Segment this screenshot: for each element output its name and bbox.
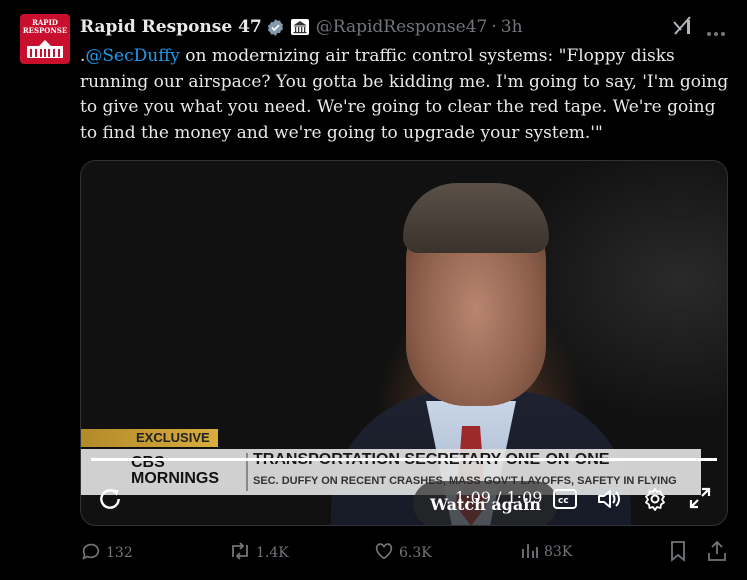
like-icon — [373, 540, 395, 566]
verified-badge-icon[interactable] — [266, 18, 285, 37]
repost-icon — [228, 540, 252, 566]
avatar-text: RAPID RESPONSE — [22, 18, 68, 35]
views-count: 83K — [544, 544, 573, 560]
video-time-display: 1:09 / 1:09 — [455, 488, 543, 507]
mention-link[interactable]: @SecDuffy — [85, 46, 180, 66]
government-building-icon[interactable] — [290, 18, 310, 36]
separator-dot: · — [491, 17, 497, 37]
settings-gear-icon[interactable] — [641, 485, 669, 513]
views-icon — [520, 540, 540, 564]
fullscreen-icon[interactable] — [687, 485, 713, 511]
share-button[interactable] — [706, 540, 728, 566]
display-name[interactable]: Rapid Response 47 — [80, 17, 262, 37]
reply-count: 132 — [106, 545, 133, 561]
more-icon[interactable] — [706, 22, 726, 41]
like-count: 6.3K — [399, 545, 432, 561]
share-icon — [706, 540, 728, 566]
replay-icon[interactable] — [95, 484, 125, 514]
video-frame-hair — [403, 183, 549, 253]
timestamp[interactable]: 3h — [501, 17, 523, 37]
reply-icon — [80, 540, 102, 566]
bookmark-icon — [668, 540, 688, 566]
captions-icon[interactable]: cc — [551, 486, 579, 512]
like-button[interactable]: 6.3K — [373, 540, 432, 566]
volume-icon[interactable] — [595, 486, 623, 512]
post-header: Rapid Response 47 @RapidResponse47 · 3h — [80, 14, 523, 40]
video-player[interactable]: EXCLUSIVE CBS MORNINGS TRANSPORTATION SE… — [80, 160, 728, 526]
exclusive-tag: EXCLUSIVE — [81, 429, 218, 447]
svg-text:cc: cc — [558, 496, 569, 506]
post-actions-bar: 132 1.4K 6.3K 83K — [80, 540, 730, 566]
views-button[interactable]: 83K — [520, 540, 572, 564]
white-house-icon — [27, 40, 63, 58]
reply-button[interactable]: 132 — [80, 540, 133, 566]
bookmark-button[interactable] — [668, 540, 688, 566]
repost-count: 1.4K — [256, 545, 289, 561]
network-logo: CBS MORNINGS — [131, 454, 219, 487]
video-progress-bar[interactable] — [91, 458, 717, 461]
avatar[interactable]: RAPID RESPONSE — [20, 14, 70, 64]
repost-button[interactable]: 1.4K — [228, 540, 289, 566]
grok-icon[interactable] — [672, 14, 694, 40]
post-text: .@SecDuffy on modernizing air traffic co… — [80, 44, 730, 146]
video-progress-fill — [91, 458, 717, 461]
video-lower-third: EXCLUSIVE CBS MORNINGS TRANSPORTATION SE… — [81, 429, 727, 499]
handle[interactable]: @RapidResponse47 — [316, 17, 488, 37]
